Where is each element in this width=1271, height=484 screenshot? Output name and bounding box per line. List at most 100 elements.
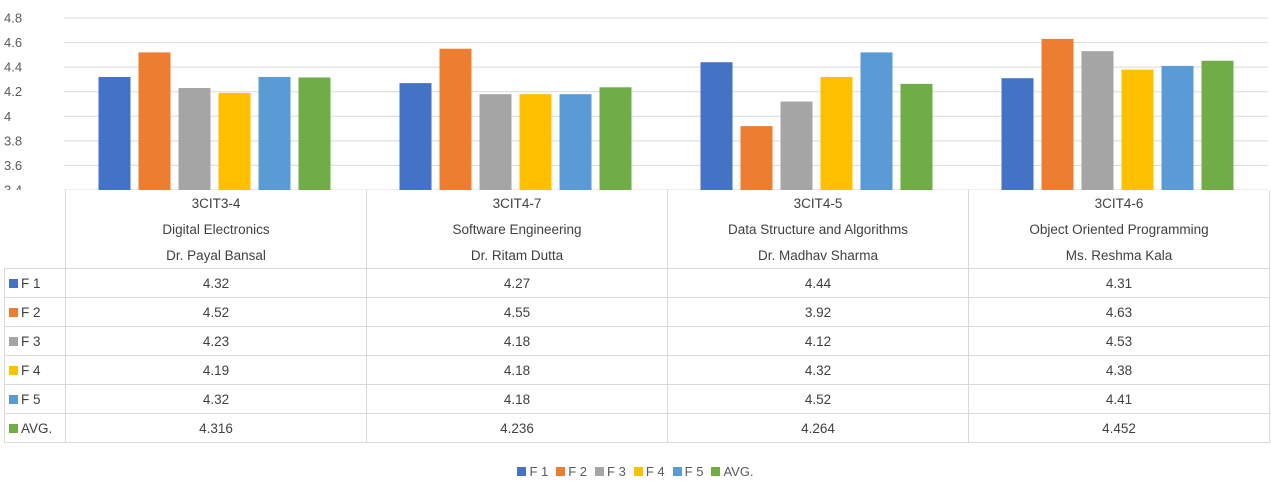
table-row: F 1 4.32 4.27 4.44 4.31 (4, 268, 1270, 298)
bar-f2-4 (1041, 38, 1074, 190)
y-tick-label: 3.6 (4, 158, 22, 173)
category-subject-label: Digital Electronics (65, 216, 367, 242)
data-table: 3CIT3-4 3CIT4-7 3CIT4-5 3CIT4-6 Digital Elec… (4, 190, 1270, 443)
legend-item: F 2 (556, 464, 587, 479)
table-row: F 5 4.32 4.18 4.52 4.41 (4, 384, 1270, 414)
bar-avg-1 (298, 77, 331, 190)
bar-f3-1 (178, 88, 211, 190)
y-tick-label: 3.4 (4, 183, 22, 191)
category-code-label: 3CIT3-4 (65, 190, 367, 216)
category-code-label: 3CIT4-7 (366, 190, 668, 216)
bar-f5-4 (1161, 65, 1194, 190)
bar-f1-4 (1001, 78, 1034, 190)
series-row-label: F 5 (4, 384, 66, 414)
data-value-cell: 4.44 (667, 268, 969, 298)
legend-swatch (672, 467, 682, 476)
data-value-cell: 4.18 (366, 326, 668, 356)
legend-label: F 4 (645, 464, 665, 479)
data-value-cell: 4.41 (968, 384, 1270, 414)
data-value-cell: 4.52 (65, 297, 367, 327)
data-value-cell: 4.52 (667, 384, 969, 414)
category-teacher-label: Ms. Reshma Kala (968, 242, 1270, 269)
category-subject-label: Software Engineering (366, 216, 668, 242)
data-value-cell: 4.55 (366, 297, 668, 327)
legend-swatch (556, 467, 566, 476)
bar-f5-1 (258, 76, 291, 190)
series-row-label: F 2 (4, 297, 66, 327)
bar-f2-2 (439, 48, 472, 190)
data-value-cell: 4.23 (65, 326, 367, 356)
category-teacher-label: Dr. Payal Bansal (65, 242, 367, 269)
table-row: F 3 4.23 4.18 4.12 4.53 (4, 326, 1270, 356)
table-row: AVG. 4.316 4.236 4.264 4.452 (4, 413, 1270, 443)
bar-f4-4 (1121, 69, 1154, 190)
data-value-cell: 4.264 (667, 413, 969, 443)
series-row-label: F 3 (4, 326, 66, 356)
y-tick-label: 4.4 (4, 60, 22, 75)
data-value-cell: 4.31 (968, 268, 1270, 298)
data-value-cell: 4.32 (65, 384, 367, 414)
category-code-label: 3CIT4-5 (667, 190, 969, 216)
series-name: F 4 (21, 362, 41, 378)
bar-f4-2 (519, 94, 552, 190)
series-row-label: F 4 (4, 355, 66, 385)
bar-f3-4 (1081, 51, 1114, 190)
legend-swatch (9, 307, 18, 317)
table-corner (5, 216, 66, 242)
series-name: F 2 (21, 304, 41, 320)
bar-f5-2 (559, 94, 592, 190)
legend-item: AVG. (711, 464, 754, 479)
data-value-cell: 4.53 (968, 326, 1270, 356)
bar-f1-3 (700, 62, 733, 190)
legend-label: F 5 (684, 464, 704, 479)
legend-swatch (711, 467, 721, 476)
table-row: F 4 4.19 4.18 4.32 4.38 (4, 355, 1270, 385)
bar-f1-2 (399, 83, 432, 190)
legend-swatch (633, 467, 643, 476)
chart-legend: F 1 F 2 F 3 F 4 F 5 AVG. (0, 464, 1271, 479)
bar-avg-3 (900, 83, 933, 190)
series-row-label: AVG. (4, 413, 66, 443)
legend-swatch (9, 278, 18, 288)
legend-swatch (9, 394, 18, 404)
data-value-cell: 4.38 (968, 355, 1270, 385)
category-code-label: 3CIT4-6 (968, 190, 1270, 216)
bar-f4-3 (820, 76, 853, 190)
y-tick-label: 3.8 (4, 133, 22, 148)
y-tick-label: 4 (4, 109, 11, 124)
data-value-cell: 4.27 (366, 268, 668, 298)
data-value-cell: 4.316 (65, 413, 367, 443)
category-teacher-label: Dr. Ritam Dutta (366, 242, 668, 269)
bar-f2-1 (138, 52, 171, 190)
bar-f3-3 (780, 101, 813, 190)
category-teacher-label: Dr. Madhav Sharma (667, 242, 969, 269)
legend-item: F 5 (672, 464, 704, 479)
table-row: F 2 4.52 4.55 3.92 4.63 (4, 297, 1270, 327)
legend-swatch (595, 467, 605, 476)
legend-label: AVG. (723, 464, 754, 479)
category-subject-label: Object Oriented Programming (968, 216, 1270, 242)
legend-item: F 3 (595, 464, 626, 479)
bar-f3-2 (479, 94, 512, 190)
bar-avg-4 (1201, 60, 1234, 190)
bar-f2-3 (740, 126, 773, 190)
series-name: F 1 (21, 275, 41, 291)
legend-swatch (9, 365, 18, 375)
legend-item: F 4 (633, 464, 665, 479)
bar-avg-2 (599, 87, 632, 190)
chart-plot-area: 4.8 4.6 4.4 4.2 4 3.8 3.6 3.4 (4, 11, 1268, 191)
y-tick-label: 4.6 (4, 35, 22, 50)
y-tick-label: 4.2 (4, 84, 22, 99)
data-value-cell: 3.92 (667, 297, 969, 327)
data-value-cell: 4.32 (65, 268, 367, 298)
legend-label: F 1 (529, 464, 549, 479)
data-value-cell: 4.236 (366, 413, 668, 443)
data-value-cell: 4.12 (667, 326, 969, 356)
legend-label: F 2 (568, 464, 588, 479)
series-name: AVG. (21, 420, 53, 436)
category-subject-label: Data Structure and Algorithms (667, 216, 969, 242)
bar-f1-1 (98, 76, 131, 190)
data-value-cell: 4.452 (968, 413, 1270, 443)
bar-f4-1 (218, 92, 251, 190)
data-value-cell: 4.18 (366, 355, 668, 385)
